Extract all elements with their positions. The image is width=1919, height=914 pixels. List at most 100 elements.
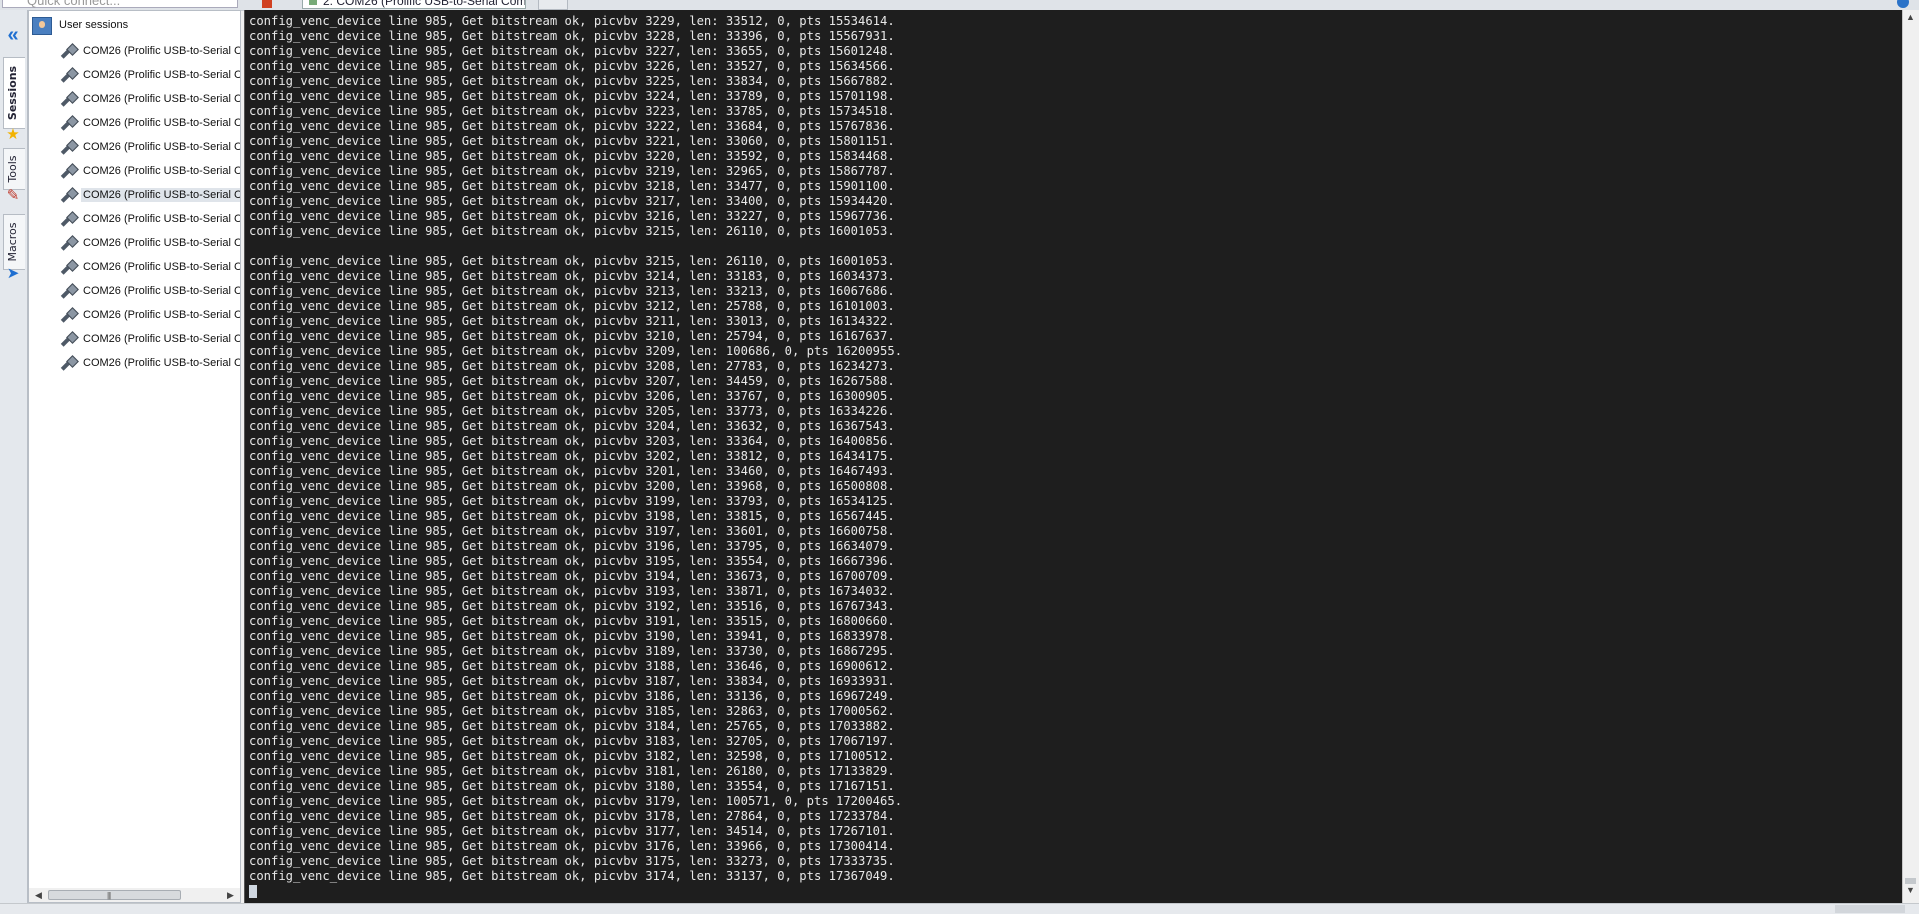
terminal-line: config_venc_device line 985, Get bitstre… xyxy=(249,44,895,58)
terminal-line: config_venc_device line 985, Get bitstre… xyxy=(249,704,895,718)
session-list: COM26 (Prolific USB-to-Serial C COM26 (Pr… xyxy=(57,40,241,376)
serial-port-icon xyxy=(57,258,77,278)
status-indicator xyxy=(1835,905,1905,913)
session-item[interactable]: COM26 (Prolific USB-to-Serial C xyxy=(57,112,241,136)
new-tab-button[interactable] xyxy=(538,0,568,10)
terminal-line: config_venc_device line 985, Get bitstre… xyxy=(249,809,895,823)
terminal-line: config_venc_device line 985, Get bitstre… xyxy=(249,659,895,673)
terminal-line: config_venc_device line 985, Get bitstre… xyxy=(249,164,895,178)
terminal-line: config_venc_device line 985, Get bitstre… xyxy=(249,464,895,478)
session-label: COM26 (Prolific USB-to-Serial C xyxy=(81,188,240,202)
scrollbar-thumb[interactable]: ||| xyxy=(48,890,181,900)
terminal-line: config_venc_device line 985, Get bitstre… xyxy=(249,554,895,568)
terminal-line: config_venc_device line 985, Get bitstre… xyxy=(249,614,895,628)
session-item[interactable]: COM26 (Prolific USB-to-Serial C xyxy=(57,88,241,112)
tab-label: 2. COM26 (Prolific USB-to-Serial Comm Po… xyxy=(323,0,526,8)
session-item[interactable]: COM26 (Prolific USB-to-Serial C xyxy=(57,184,240,208)
serial-port-icon xyxy=(57,282,77,302)
session-label: COM26 (Prolific USB-to-Serial C xyxy=(83,261,241,273)
session-label: COM26 (Prolific USB-to-Serial C xyxy=(83,117,241,129)
terminal-line: config_venc_device line 985, Get bitstre… xyxy=(249,629,895,643)
terminal-line: config_venc_device line 985, Get bitstre… xyxy=(249,89,895,103)
user-sessions-icon xyxy=(32,17,52,35)
terminal-line: config_venc_device line 985, Get bitstre… xyxy=(249,779,895,793)
session-item[interactable]: COM26 (Prolific USB-to-Serial C xyxy=(57,328,240,352)
terminal-prompt-line xyxy=(249,884,902,899)
terminal-line: config_venc_device line 985, Get bitstre… xyxy=(249,764,895,778)
help-icon[interactable] xyxy=(1897,0,1909,8)
terminal-line: config_venc_device line 985, Get bitstre… xyxy=(249,119,895,133)
sessions-horizontal-scrollbar[interactable]: ◀ ||| ▶ xyxy=(28,888,241,903)
terminal-line: config_venc_device line 985, Get bitstre… xyxy=(249,374,895,388)
terminal-line: config_venc_device line 985, Get bitstre… xyxy=(249,389,895,403)
session-label: COM26 (Prolific USB-to-Serial C xyxy=(83,285,241,297)
scroll-down-arrow-icon[interactable]: ▼ xyxy=(1906,885,1915,895)
user-sessions-folder[interactable]: User sessions xyxy=(31,16,240,36)
terminal-line: config_venc_device line 985, Get bitstre… xyxy=(249,689,895,703)
terminal-line: config_venc_device line 985, Get bitstre… xyxy=(249,719,895,733)
scroll-up-arrow-icon[interactable]: ▲ xyxy=(1906,12,1915,22)
terminal-line: config_venc_device line 985, Get bitstre… xyxy=(249,344,903,358)
tab-sessions-label: Sessions xyxy=(6,65,19,121)
session-item[interactable]: COM26 (Prolific USB-to-Serial C xyxy=(57,256,241,280)
serial-port-icon xyxy=(57,186,77,206)
scroll-left-arrow-icon[interactable]: ◀ xyxy=(32,889,45,901)
terminal-line: config_venc_device line 985, Get bitstre… xyxy=(249,254,895,268)
terminal-line: config_venc_device line 985, Get bitstre… xyxy=(249,749,895,763)
terminal-line: config_venc_device line 985, Get bitstre… xyxy=(249,734,895,748)
session-label: COM26 (Prolific USB-to-Serial C xyxy=(83,69,241,81)
terminal-line: config_venc_device line 985, Get bitstre… xyxy=(249,329,895,343)
session-label: COM26 (Prolific USB-to-Serial C xyxy=(83,141,241,153)
tab-com26-session[interactable]: 2. COM26 (Prolific USB-to-Serial Comm Po… xyxy=(302,0,526,9)
terminal-line: config_venc_device line 985, Get bitstre… xyxy=(249,59,895,73)
terminal-line: config_venc_device line 985, Get bitstre… xyxy=(249,539,895,553)
session-label: COM26 (Prolific USB-to-Serial C xyxy=(83,93,241,105)
tools-icon[interactable]: ✎ xyxy=(5,188,21,204)
serial-port-icon xyxy=(57,234,77,254)
terminal-line: config_venc_device line 985, Get bitstre… xyxy=(249,224,895,238)
session-item[interactable]: COM26 (Prolific USB-to-Serial C xyxy=(57,160,241,184)
sessions-panel: User sessions COM26 (Prolific USB-to-Ser… xyxy=(28,10,241,903)
scroll-right-arrow-icon[interactable]: ▶ xyxy=(224,889,237,901)
terminal-line: config_venc_device line 985, Get bitstre… xyxy=(249,179,895,193)
terminal-output[interactable]: config_venc_device line 985, Get bitstre… xyxy=(244,10,1903,903)
star-icon[interactable]: ★ xyxy=(5,127,21,143)
terminal-vertical-scrollbar[interactable]: ▲ ▼ xyxy=(1902,10,1919,903)
tab-macros-label: Macros xyxy=(6,222,19,262)
session-item[interactable]: COM26 (Prolific USB-to-Serial C xyxy=(57,136,241,160)
terminal-line: config_venc_device line 985, Get bitstre… xyxy=(249,449,895,463)
session-item[interactable]: COM26 (Prolific USB-to-Serial C xyxy=(57,232,241,256)
scrollbar-thumb[interactable] xyxy=(1905,878,1916,884)
terminal-line: config_venc_device line 985, Get bitstre… xyxy=(249,839,895,853)
terminal-line: config_venc_device line 985, Get bitstre… xyxy=(249,269,895,283)
session-item[interactable]: COM26 (Prolific USB-to-Serial C xyxy=(57,208,240,232)
serial-port-icon xyxy=(57,90,77,110)
session-label: COM26 (Prolific USB-to-Serial C xyxy=(83,165,241,177)
terminal-line: config_venc_device line 985, Get bitstre… xyxy=(249,209,895,223)
side-tab-strip: « Sessions ★ Tools ✎ Macros ➤ xyxy=(0,10,28,913)
session-item[interactable]: COM26 (Prolific USB-to-Serial C xyxy=(57,304,240,328)
session-item[interactable]: COM26 (Prolific USB-to-Serial C xyxy=(57,40,240,64)
tab-macros[interactable]: Macros xyxy=(3,214,25,270)
session-item[interactable]: COM26 (Prolific USB-to-Serial C xyxy=(57,64,241,88)
terminal-line: config_venc_device line 985, Get bitstre… xyxy=(249,104,895,118)
serial-port-icon xyxy=(57,42,77,62)
home-tab-icon[interactable] xyxy=(262,0,272,8)
terminal-cursor xyxy=(249,885,257,898)
quick-connect-input[interactable]: Quick connect... xyxy=(2,0,238,8)
terminal-lines: config_venc_device line 985, Get bitstre… xyxy=(249,14,902,899)
session-item[interactable]: COM26 (Prolific USB-to-Serial C xyxy=(57,280,241,304)
terminal-line: config_venc_device line 985, Get bitstre… xyxy=(249,479,895,493)
tab-session-icon xyxy=(309,0,317,5)
tab-sessions[interactable]: Sessions xyxy=(3,57,25,129)
terminal-line: config_venc_device line 985, Get bitstre… xyxy=(249,134,895,148)
terminal-line: config_venc_device line 985, Get bitstre… xyxy=(249,599,895,613)
tab-tools[interactable]: Tools xyxy=(3,148,25,190)
double-chevron-left-icon[interactable]: « xyxy=(5,25,21,45)
terminal-line: config_venc_device line 985, Get bitstre… xyxy=(249,644,895,658)
session-item[interactable]: COM26 (Prolific USB-to-Serial C xyxy=(57,352,241,376)
session-label: COM26 (Prolific USB-to-Serial C xyxy=(83,237,241,249)
macros-icon[interactable]: ➤ xyxy=(5,266,21,282)
session-label: COM26 (Prolific USB-to-Serial C xyxy=(83,357,241,369)
